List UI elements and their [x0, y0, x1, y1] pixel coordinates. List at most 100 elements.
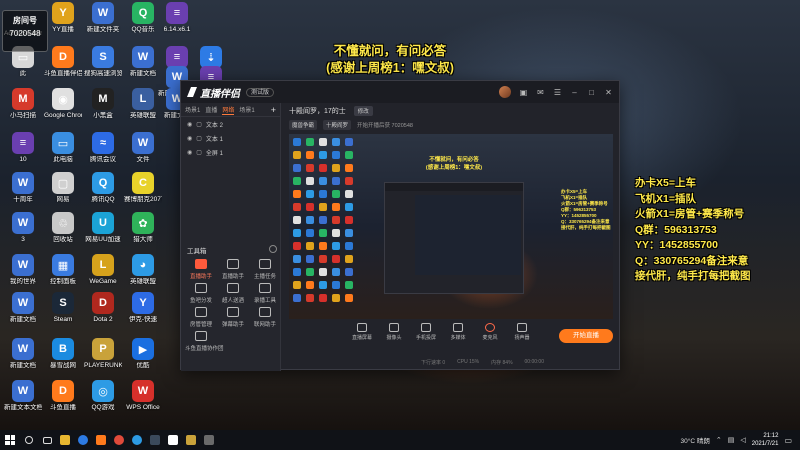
window-titlebar[interactable]: 直播伴侣 测试版 ▣ ✉ ☰ – □ ✕: [181, 81, 619, 103]
lock-icon[interactable]: ▢: [196, 149, 202, 156]
chrome-taskbar-icon[interactable]: [110, 430, 128, 450]
edge-icon[interactable]: [74, 430, 92, 450]
scene-item[interactable]: ◉ ▢ 全屏 1: [181, 145, 280, 159]
weather-widget[interactable]: 30°C 晴朗: [681, 435, 710, 445]
desktop-icon[interactable]: ◉ Google Chrome: [44, 86, 82, 130]
desktop-icon[interactable]: Q 腾讯QQ: [84, 170, 122, 214]
volume-icon[interactable]: ◁: [740, 436, 745, 444]
task-view-icon[interactable]: [38, 430, 56, 450]
toolbox-toggle-icon[interactable]: [269, 245, 277, 253]
scene-tab[interactable]: 直播: [205, 105, 217, 114]
douyu-taskbar-icon[interactable]: [92, 430, 110, 450]
source-button[interactable]: 摄像头: [383, 323, 405, 341]
desktop-icon[interactable]: ✿ 猎大师: [124, 210, 162, 254]
subcategory-chip[interactable]: 十殿阎罗: [323, 120, 352, 130]
desktop-icon[interactable]: Y 伊克-快速: [124, 290, 162, 334]
network-icon[interactable]: ▤: [728, 436, 735, 444]
toolbox-item[interactable]: 弹幕助手: [217, 307, 249, 333]
start-button[interactable]: [0, 430, 20, 450]
scene-tab[interactable]: 场景1: [239, 105, 254, 114]
desktop-icon[interactable]: D 斗鱼直播伴侣: [44, 44, 82, 88]
desktop-icon[interactable]: D 斗鱼直播: [44, 378, 82, 422]
desktop-icon[interactable]: ▢ 网易: [44, 170, 82, 214]
modify-button[interactable]: 修改: [353, 106, 373, 116]
steam-taskbar-icon[interactable]: [146, 430, 164, 450]
desktop-icon[interactable]: W 新建文本文档: [4, 378, 42, 422]
desktop-icon[interactable]: P PLAYERUNKNOWN'S BATTLEGR: [84, 336, 122, 380]
logo-icon: [187, 87, 197, 97]
avatar[interactable]: [499, 86, 511, 98]
search-icon[interactable]: [20, 430, 38, 450]
eye-icon[interactable]: ◉: [187, 121, 192, 128]
toolbox-item[interactable]: 房管管理: [185, 307, 217, 333]
maximize-icon[interactable]: □: [587, 88, 596, 97]
scene-item[interactable]: ◉ ▢ 文本 1: [181, 131, 280, 145]
desktop-icon[interactable]: M 小黑盒: [84, 86, 122, 130]
clock[interactable]: 21:12 2021/7/21: [752, 432, 779, 448]
desktop-icon[interactable]: Y YY直播: [44, 0, 82, 44]
desktop-icon[interactable]: W 新建文件夹: [84, 0, 122, 44]
toolbox-item[interactable]: 鱼吧分发: [185, 283, 217, 309]
qq-taskbar-icon[interactable]: [128, 430, 146, 450]
desktop-icon[interactable]: W WPS Office: [124, 378, 162, 422]
scene-item[interactable]: ◉ ▢ 文本 2: [181, 117, 280, 131]
notification-icon[interactable]: ▭: [784, 436, 792, 445]
toolbox-item[interactable]: 直播助手: [185, 259, 217, 285]
toolbox-item[interactable]: 斗鱼直播协作团: [185, 331, 224, 357]
toolbox-item[interactable]: 主播任务: [249, 259, 281, 285]
source-button[interactable]: 扬声器: [511, 323, 533, 341]
source-button[interactable]: 直播屏幕: [351, 323, 373, 341]
stream-preview[interactable]: 不懂就问，有问必答 (感谢上周榜1：嘿文叔) 办卡X5=上车 飞机X1=插队 火箭X…: [289, 134, 613, 319]
lock-icon[interactable]: ▢: [196, 135, 202, 142]
desktop-icon[interactable]: ≡ 6.14.x6.1: [158, 0, 196, 44]
desktop-icon[interactable]: Q QQ音乐: [124, 0, 162, 44]
source-button[interactable]: 麦克风: [479, 323, 501, 341]
lock-icon[interactable]: ▢: [196, 121, 202, 128]
file-explorer-icon[interactable]: [56, 430, 74, 450]
desktop-app-icon: ◕: [132, 254, 154, 276]
toolbox-item[interactable]: 录播工具: [249, 283, 281, 309]
toolbox-item[interactable]: 超人送酒: [217, 283, 249, 309]
eye-icon[interactable]: ◉: [187, 135, 192, 142]
scene-tab[interactable]: 网络: [222, 105, 235, 115]
desktop-icon[interactable]: S 搜狗高速浏览器: [84, 44, 122, 88]
gift-icon[interactable]: ▣: [519, 88, 528, 97]
desktop-icon[interactable]: W 新建文档: [4, 290, 42, 334]
scene-tab[interactable]: 场景1: [185, 105, 200, 114]
game-taskbar-icon[interactable]: [182, 430, 200, 450]
source-button[interactable]: 多媒体: [447, 323, 469, 341]
desktop-icon[interactable]: S Steam: [44, 290, 82, 334]
start-live-button[interactable]: 开始直播: [559, 329, 613, 343]
close-icon[interactable]: ✕: [604, 88, 613, 97]
desktop-icon[interactable]: U 网易UU加速: [84, 210, 122, 254]
eye-icon[interactable]: ◉: [187, 149, 192, 156]
source-button[interactable]: 手机投屏: [415, 323, 437, 341]
desktop-icon[interactable]: ▶ 优酷: [124, 336, 162, 380]
toolbox-item[interactable]: 直播助手: [217, 259, 249, 285]
desktop-icon[interactable]: C 赛博朋克2077: [124, 170, 162, 214]
desktop-icon[interactable]: W3: [4, 210, 42, 254]
desktop-icon[interactable]: D Dota 2: [84, 290, 122, 334]
desktop-icon[interactable]: ≡ 10: [4, 130, 42, 174]
menu-icon[interactable]: ☰: [553, 88, 562, 97]
toolbox-item[interactable]: 联网助手: [249, 307, 281, 333]
desktop-icon[interactable]: ≈ 腾讯会议: [84, 130, 122, 174]
tray-arrow-icon[interactable]: ⌃: [716, 436, 722, 444]
app-taskbar-icon[interactable]: [200, 430, 218, 450]
desktop-icon[interactable]: W 新建文档: [124, 44, 162, 88]
desktop-icon[interactable]: ♲ 回收站: [44, 210, 82, 254]
category-chip[interactable]: 魔兽争霸: [289, 120, 318, 130]
live-companion-taskbar-icon[interactable]: [164, 430, 182, 450]
desktop-icon[interactable]: B 暴雪战网: [44, 336, 82, 380]
desktop-icon[interactable]: L 英雄联盟: [124, 86, 162, 130]
preview-desktop-icon: [332, 177, 340, 185]
desktop-icon[interactable]: W 文件: [124, 130, 162, 174]
desktop-icon[interactable]: ◎ QQ游戏: [84, 378, 122, 422]
desktop-icon[interactable]: W 新建文档: [4, 336, 42, 380]
add-scene-icon[interactable]: +: [271, 105, 276, 115]
desktop-icon[interactable]: ▭ 此电脑: [44, 130, 82, 174]
mail-icon[interactable]: ✉: [536, 88, 545, 97]
minimize-icon[interactable]: –: [570, 88, 579, 97]
desktop-icon[interactable]: W 十周年: [4, 170, 42, 214]
desktop-icon[interactable]: M 小马扫描: [4, 86, 42, 130]
